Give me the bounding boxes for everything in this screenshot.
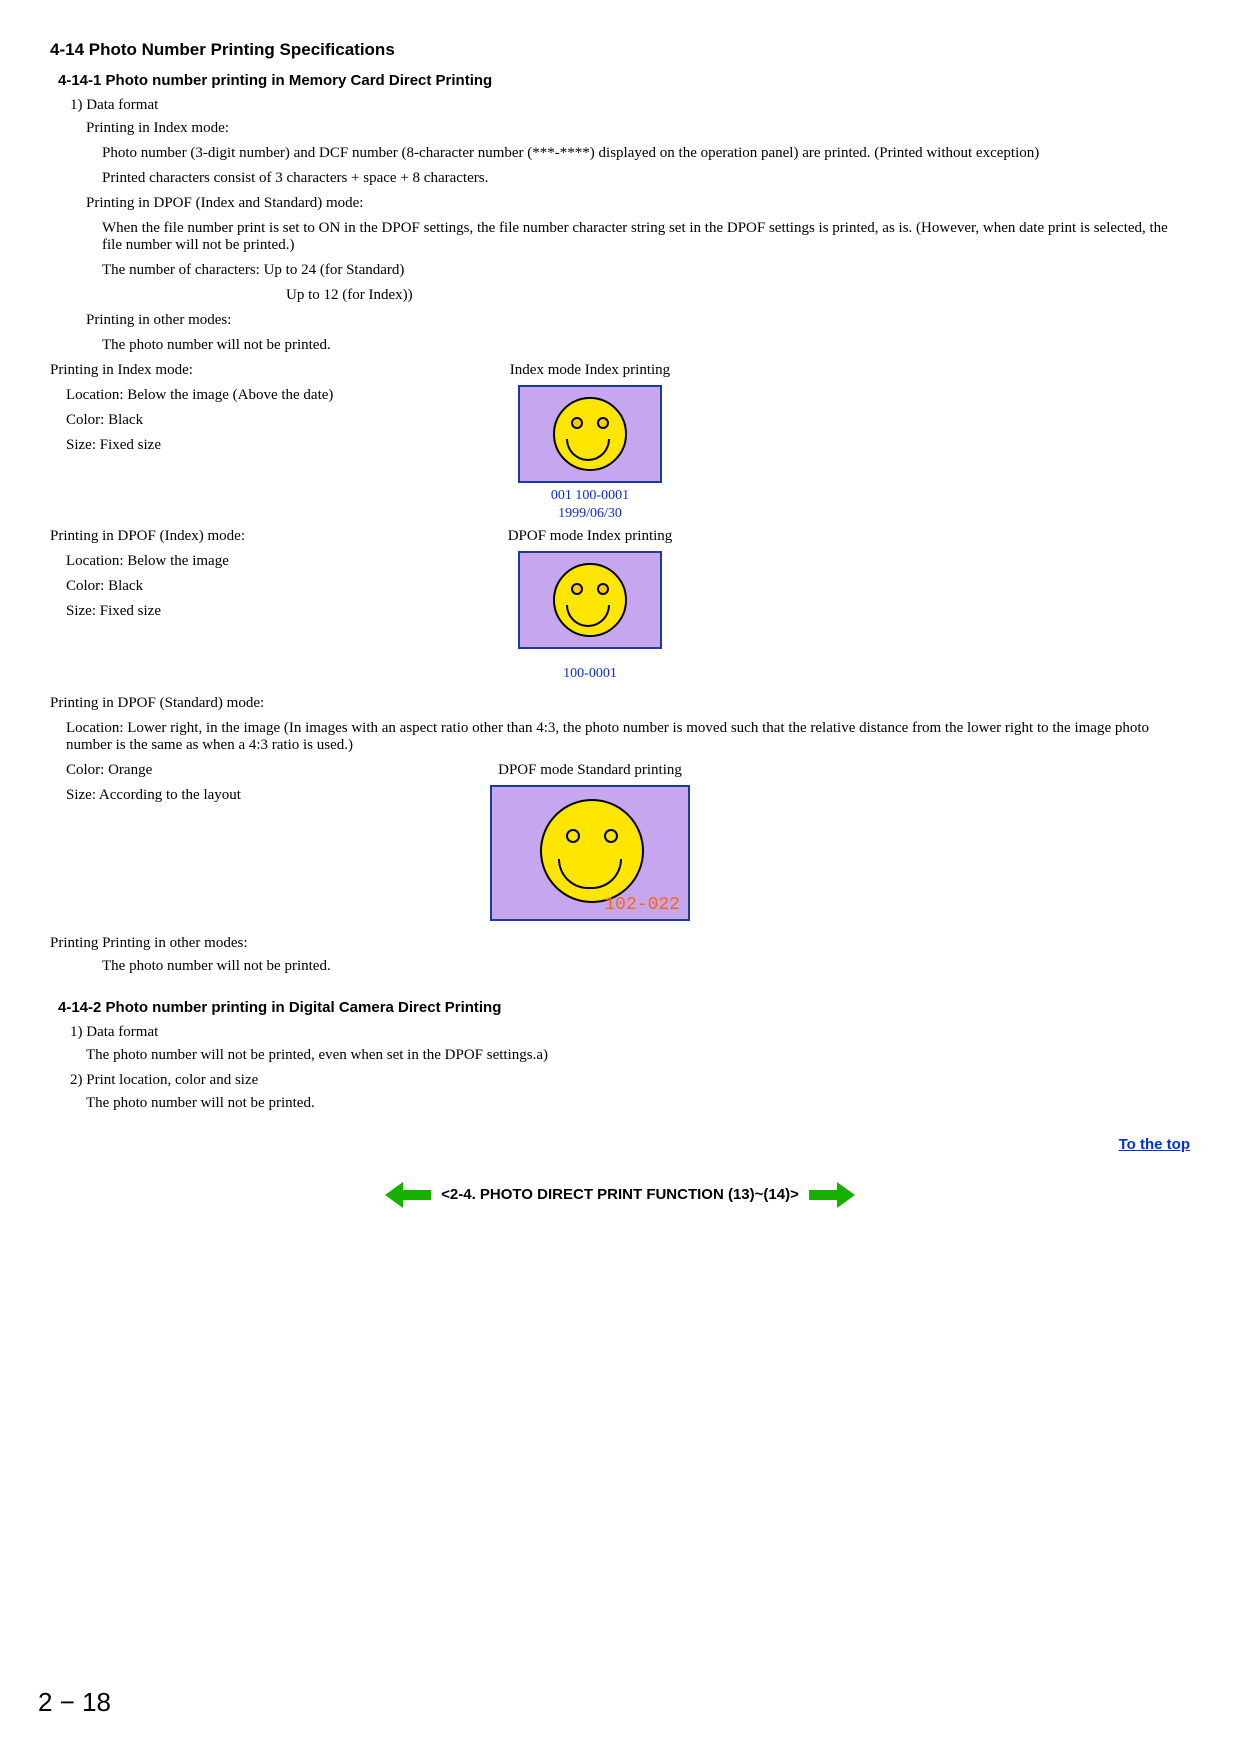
body-text: When the file number print is set to ON … <box>102 220 1190 254</box>
smiley-icon <box>553 563 627 637</box>
body-text: The photo number will not be printed. <box>86 1095 1190 1112</box>
thumbnail-image <box>518 551 662 649</box>
data-format-heading: 1) Data format <box>70 1024 1190 1041</box>
figure-caption: 1999/06/30 <box>460 505 720 523</box>
body-text: Size: According to the layout <box>66 787 420 804</box>
body-text: The photo number will not be printed, ev… <box>86 1047 1190 1064</box>
body-text: Color: Black <box>66 412 420 429</box>
to-top-container: To the top <box>50 1136 1190 1154</box>
body-text: The number of characters: Up to 24 (for … <box>102 262 1190 279</box>
dpof-index-heading: Printing in DPOF (Index) mode: <box>50 528 420 545</box>
to-top-link[interactable]: To the top <box>1119 1136 1190 1153</box>
image-overlay-number: 102-022 <box>604 895 680 915</box>
smiley-icon <box>553 397 627 471</box>
figure-title: Index mode Index printing <box>460 362 720 379</box>
index-mode-heading: Printing in Index mode: <box>86 120 1190 137</box>
page-number: 2 − 18 <box>38 1687 111 1718</box>
index-mode-heading: Printing in Index mode: <box>50 362 420 379</box>
body-text: Size: Fixed size <box>66 437 420 454</box>
body-text: The photo number will not be printed. <box>102 958 1190 975</box>
other-modes-heading: Printing in other modes: <box>86 312 1190 329</box>
data-format-heading: 1) Data format <box>70 97 1190 114</box>
body-text: Location: Lower right, in the image (In … <box>66 720 1190 754</box>
heading-4-14-2: 4-14-2 Photo number printing in Digital … <box>58 999 1190 1016</box>
nav-section-label: <2-4. PHOTO DIRECT PRINT FUNCTION (13)~(… <box>441 1186 799 1203</box>
smiley-icon <box>540 799 644 903</box>
page-nav: <2-4. PHOTO DIRECT PRINT FUNCTION (13)~(… <box>50 1182 1190 1208</box>
heading-4-14-1: 4-14-1 Photo number printing in Memory C… <box>58 72 1190 89</box>
print-location-heading: 2) Print location, color and size <box>70 1072 1190 1089</box>
other-modes-heading: Printing Printing in other modes: <box>50 935 1190 952</box>
body-text: Size: Fixed size <box>66 603 420 620</box>
figure-title: DPOF mode Standard printing <box>460 762 720 779</box>
body-text: Location: Below the image (Above the dat… <box>66 387 420 404</box>
body-text: Color: Orange <box>66 762 420 779</box>
thumbnail-image-large: 102-022 <box>490 785 690 921</box>
body-text: Printed characters consist of 3 characte… <box>102 170 1190 187</box>
document-page: 4-14 Photo Number Printing Specification… <box>0 0 1240 1754</box>
body-text: Color: Black <box>66 578 420 595</box>
arrow-left-icon[interactable] <box>385 1182 431 1208</box>
body-text: Location: Below the image <box>66 553 420 570</box>
body-text: Photo number (3-digit number) and DCF nu… <box>102 145 1190 162</box>
body-text: Up to 12 (for Index)) <box>286 287 1190 304</box>
figure-caption: 100-0001 <box>460 665 720 683</box>
dpof-idx-std-heading: Printing in DPOF (Index and Standard) mo… <box>86 195 1190 212</box>
thumbnail-image <box>518 385 662 483</box>
arrow-right-icon[interactable] <box>809 1182 855 1208</box>
body-text: The photo number will not be printed. <box>102 337 1190 354</box>
heading-4-14: 4-14 Photo Number Printing Specification… <box>50 40 1190 60</box>
figure-caption: 001 100-0001 <box>460 487 720 505</box>
figure-title: DPOF mode Index printing <box>460 528 720 545</box>
dpof-standard-heading: Printing in DPOF (Standard) mode: <box>50 695 1190 712</box>
